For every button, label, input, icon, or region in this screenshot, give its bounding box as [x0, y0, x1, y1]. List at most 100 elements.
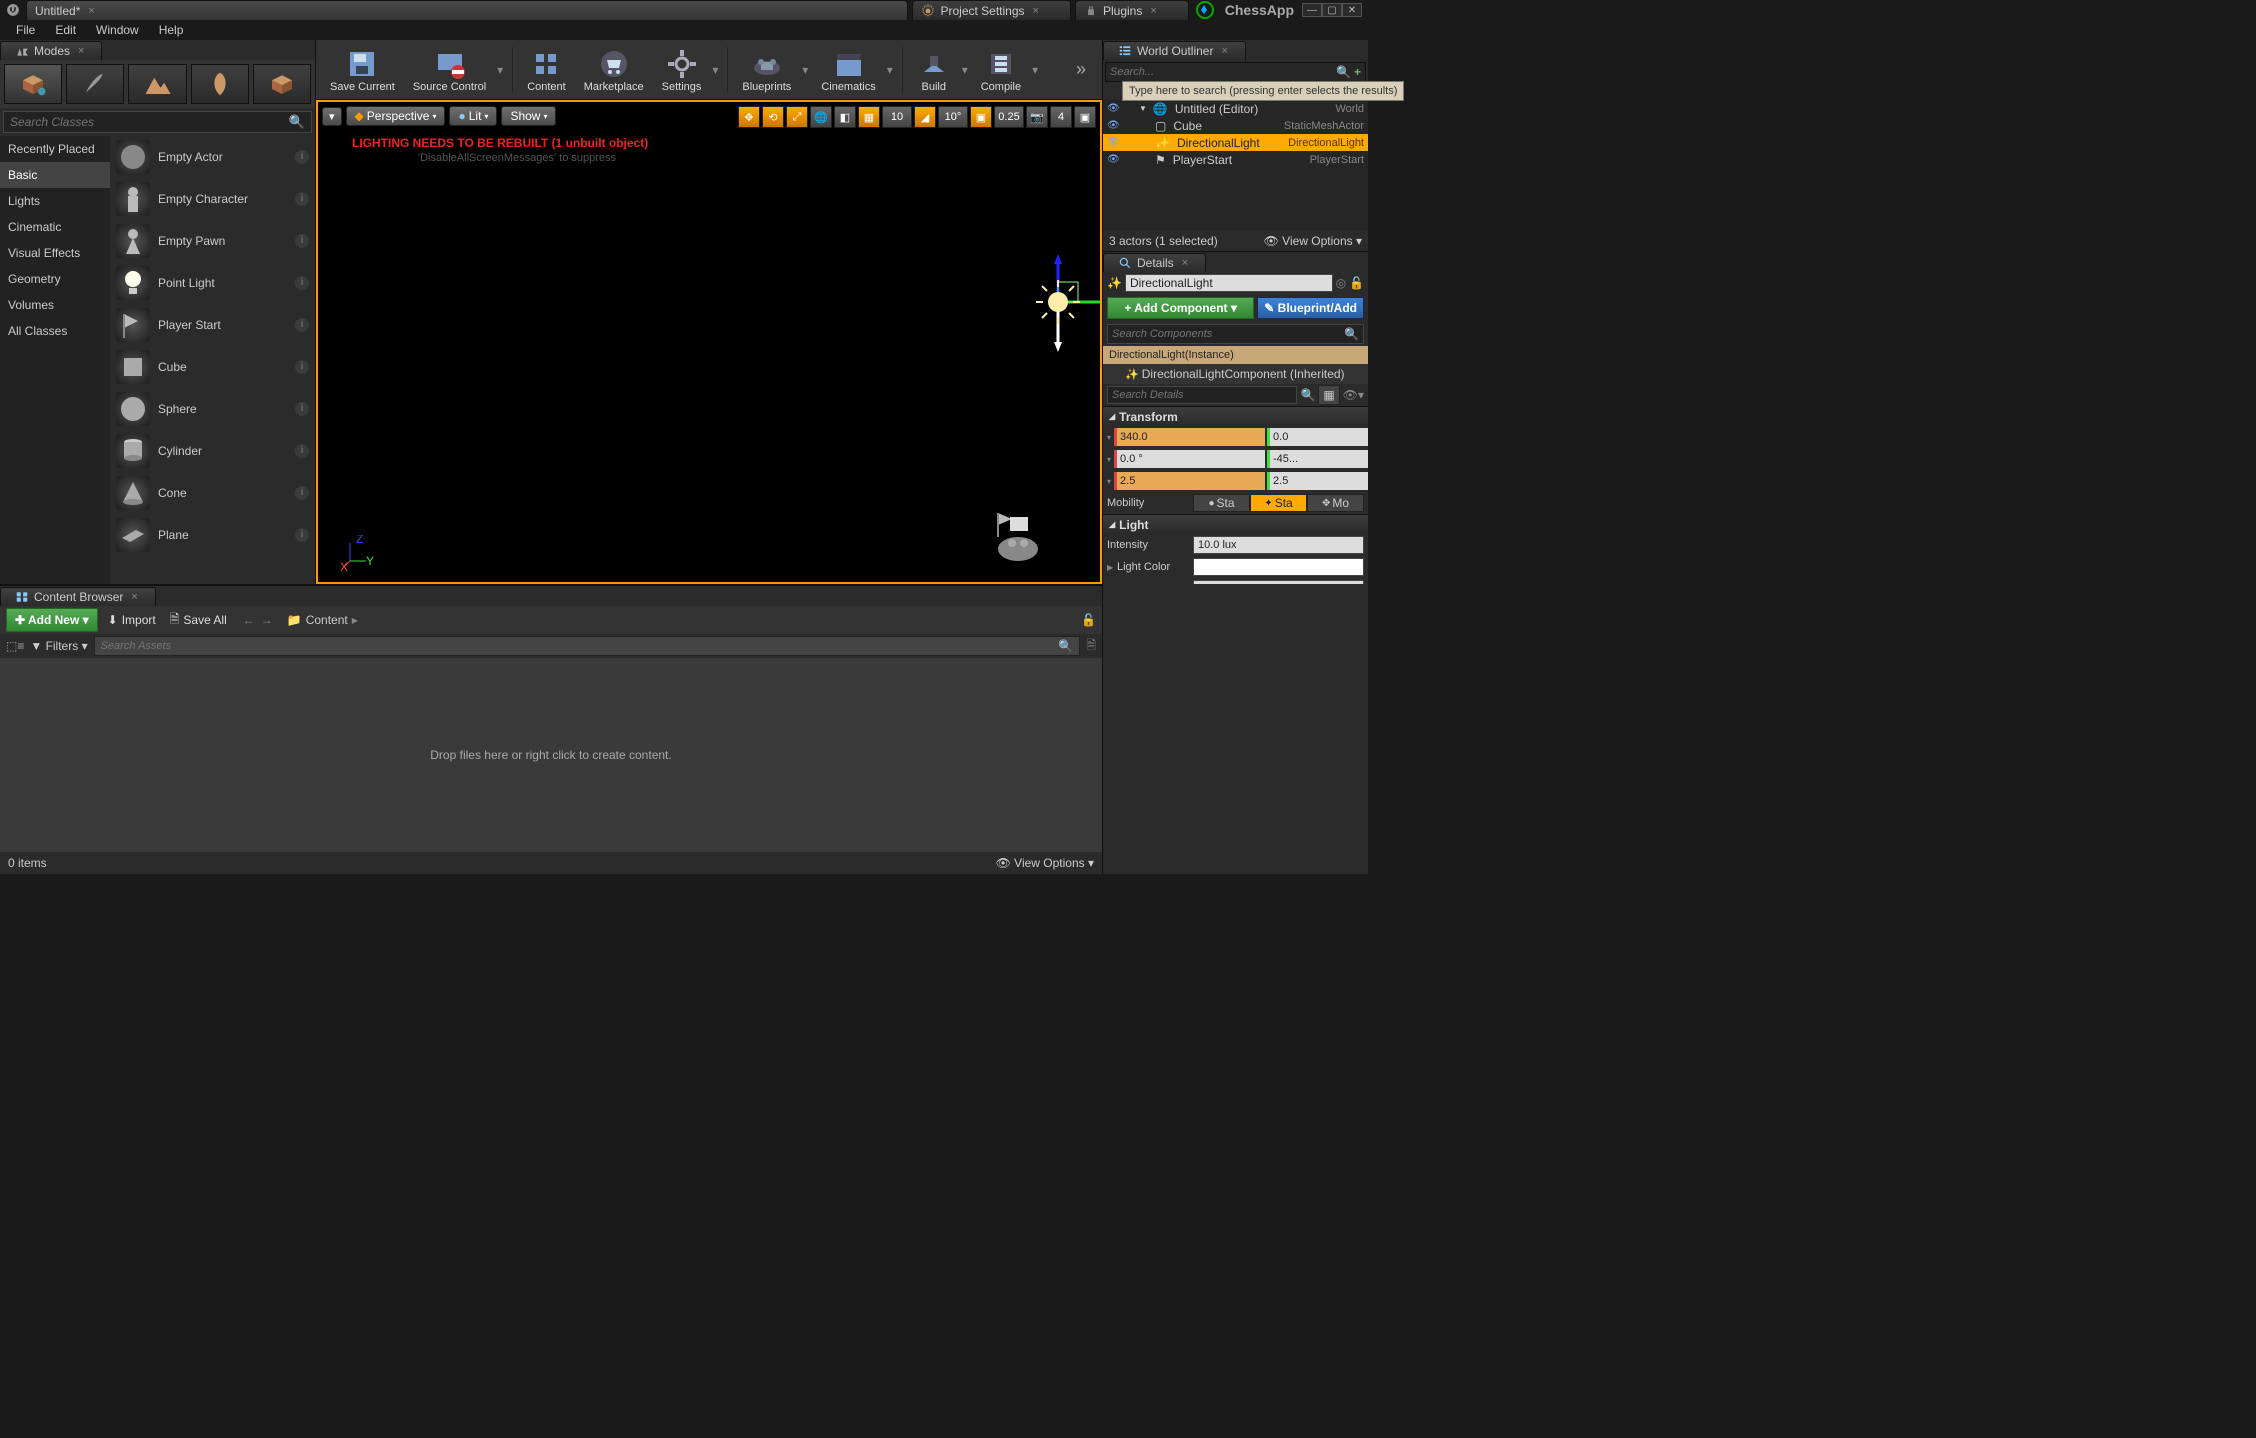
- asset-point-light[interactable]: Point Lighti: [110, 262, 315, 304]
- asset-empty-pawn[interactable]: Empty Pawni: [110, 220, 315, 262]
- outliner-search-input[interactable]: [1110, 66, 1336, 78]
- visibility-eye-icon[interactable]: 👁: [1107, 120, 1119, 131]
- close-window-button[interactable]: ✕: [1342, 3, 1362, 17]
- save-all-button[interactable]: 🗎Save All: [166, 607, 231, 634]
- mobility-movable[interactable]: ✥ Mo: [1307, 494, 1364, 512]
- component-root[interactable]: DirectionalLight(Instance): [1103, 346, 1368, 364]
- menu-window[interactable]: Window: [86, 20, 149, 40]
- asset-empty-actor[interactable]: Empty Actori: [110, 136, 315, 178]
- vp-angle-snap[interactable]: ◢: [914, 106, 936, 128]
- category-cinematic[interactable]: Cinematic: [0, 214, 110, 240]
- perspective-button[interactable]: ◆Perspective▾: [346, 106, 446, 126]
- lit-button[interactable]: ●Lit▾: [449, 106, 497, 126]
- vp-grid-snap[interactable]: ▦: [858, 106, 880, 128]
- cb-view-options[interactable]: 👁 View Options ▾: [996, 856, 1094, 870]
- asset-cylinder[interactable]: Cylinderi: [110, 430, 315, 472]
- info-icon[interactable]: i: [295, 486, 309, 500]
- rotation-x[interactable]: [1114, 450, 1265, 468]
- actor-name-input[interactable]: [1125, 274, 1333, 292]
- search-assets[interactable]: 🔍: [94, 636, 1081, 656]
- vp-camera-speed-icon[interactable]: 📷: [1026, 106, 1048, 128]
- vp-camera-speed[interactable]: 4: [1050, 106, 1072, 128]
- info-icon[interactable]: i: [295, 276, 309, 290]
- visibility-filter-icon[interactable]: 👁▾: [1343, 388, 1364, 402]
- close-icon[interactable]: ×: [1218, 45, 1230, 57]
- close-icon[interactable]: ×: [1179, 257, 1191, 269]
- cb-lock-icon[interactable]: 🔓: [1081, 613, 1096, 627]
- maximize-button[interactable]: ▢: [1322, 3, 1342, 17]
- outliner-row-playerstart[interactable]: 👁⚑PlayerStartPlayerStart: [1103, 151, 1368, 168]
- vp-globe[interactable]: 🌐: [810, 106, 832, 128]
- asset-cube[interactable]: Cubei: [110, 346, 315, 388]
- search-classes-input[interactable]: [10, 115, 289, 129]
- category-geometry[interactable]: Geometry: [0, 266, 110, 292]
- info-icon[interactable]: i: [295, 234, 309, 248]
- settings-dropdown[interactable]: ▾: [709, 53, 721, 87]
- details-tab[interactable]: Details×: [1103, 253, 1206, 272]
- vp-surface[interactable]: ◧: [834, 106, 856, 128]
- mode-paint[interactable]: [66, 64, 124, 104]
- close-icon[interactable]: ×: [1147, 5, 1159, 17]
- source-control-dropdown[interactable]: ▾: [494, 53, 506, 87]
- vp-select-mode[interactable]: ✥: [738, 106, 760, 128]
- add-new-button[interactable]: ✚ Add New ▾: [6, 608, 98, 632]
- nav-fwd[interactable]: →: [259, 613, 275, 627]
- category-volumes[interactable]: Volumes: [0, 292, 110, 318]
- outliner-row-cube[interactable]: 👁▢CubeStaticMeshActor: [1103, 117, 1368, 134]
- viewport-menu-button[interactable]: ▾: [322, 107, 342, 126]
- search-components[interactable]: 🔍: [1107, 324, 1364, 344]
- mode-foliage[interactable]: [191, 64, 249, 104]
- info-icon[interactable]: i: [295, 402, 309, 416]
- nav-back[interactable]: ←: [241, 613, 257, 627]
- component-child[interactable]: ✨ DirectionalLightComponent (Inherited): [1103, 364, 1368, 384]
- rotation-y[interactable]: [1267, 450, 1368, 468]
- save-search-icon[interactable]: 🗎: [1086, 636, 1096, 657]
- search-assets-input[interactable]: [101, 640, 1059, 652]
- source-control-button[interactable]: Source Control: [405, 44, 494, 96]
- sources-toggle-icon[interactable]: ⬚≡: [6, 639, 24, 653]
- visibility-eye-icon[interactable]: 👁: [1107, 137, 1119, 148]
- category-visual-effects[interactable]: Visual Effects: [0, 240, 110, 266]
- title-tab-map[interactable]: Untitled*×: [26, 0, 908, 20]
- scale-x[interactable]: [1114, 472, 1265, 490]
- mode-geometry[interactable]: [253, 64, 311, 104]
- asset-empty-character[interactable]: Empty Characteri: [110, 178, 315, 220]
- import-button[interactable]: ⬇Import: [104, 610, 160, 630]
- outliner-tab[interactable]: World Outliner×: [1103, 41, 1246, 60]
- settings-button[interactable]: Settings: [654, 44, 710, 96]
- info-icon[interactable]: i: [295, 192, 309, 206]
- search-components-input[interactable]: [1112, 328, 1344, 340]
- mode-landscape[interactable]: [128, 64, 186, 104]
- asset-player-start[interactable]: Player Starti: [110, 304, 315, 346]
- add-component-button[interactable]: + Add Component ▾: [1107, 297, 1254, 319]
- asset-cone[interactable]: Conei: [110, 472, 315, 514]
- vp-scale-mode[interactable]: ⤢: [786, 106, 808, 128]
- filters-button[interactable]: ▼ Filters ▾: [30, 639, 87, 653]
- viewport[interactable]: ▾ ◆Perspective▾ ●Lit▾ Show▾ ✥ ⟲ ⤢ 🌐 ◧ ▦ …: [316, 100, 1102, 584]
- property-matrix-icon[interactable]: ▦: [1318, 385, 1339, 405]
- vp-maximize[interactable]: ▣: [1074, 106, 1096, 128]
- info-icon[interactable]: i: [295, 528, 309, 542]
- location-x[interactable]: [1114, 428, 1265, 446]
- build-button[interactable]: Build: [909, 44, 959, 96]
- toolbar-overflow[interactable]: »: [1066, 59, 1096, 80]
- location-y[interactable]: [1267, 428, 1368, 446]
- show-button[interactable]: Show▾: [501, 106, 556, 126]
- add-icon[interactable]: +: [1354, 65, 1361, 79]
- outliner-search[interactable]: 🔍 + Type here to search (pressing enter …: [1105, 62, 1366, 82]
- close-icon[interactable]: ×: [128, 591, 140, 603]
- cinematics-dropdown[interactable]: ▾: [884, 53, 896, 87]
- content-browser-tab[interactable]: Content Browser×: [0, 587, 156, 606]
- info-icon[interactable]: i: [295, 444, 309, 458]
- scale-y[interactable]: [1267, 472, 1368, 490]
- mode-place[interactable]: [4, 64, 62, 104]
- build-dropdown[interactable]: ▾: [959, 53, 971, 87]
- outliner-row-untitled-editor-[interactable]: 👁▼🌐Untitled (Editor)World: [1103, 100, 1368, 117]
- blueprints-button[interactable]: Blueprints: [734, 44, 799, 96]
- menu-file[interactable]: File: [6, 20, 45, 40]
- outliner-row-directionallight[interactable]: 👁✨DirectionalLightDirectionalLight: [1103, 134, 1368, 151]
- content-button[interactable]: Content: [519, 44, 574, 96]
- content-drop-area[interactable]: Drop files here or right click to create…: [0, 658, 1102, 852]
- compile-dropdown[interactable]: ▾: [1029, 53, 1041, 87]
- light-color-swatch[interactable]: [1193, 558, 1364, 576]
